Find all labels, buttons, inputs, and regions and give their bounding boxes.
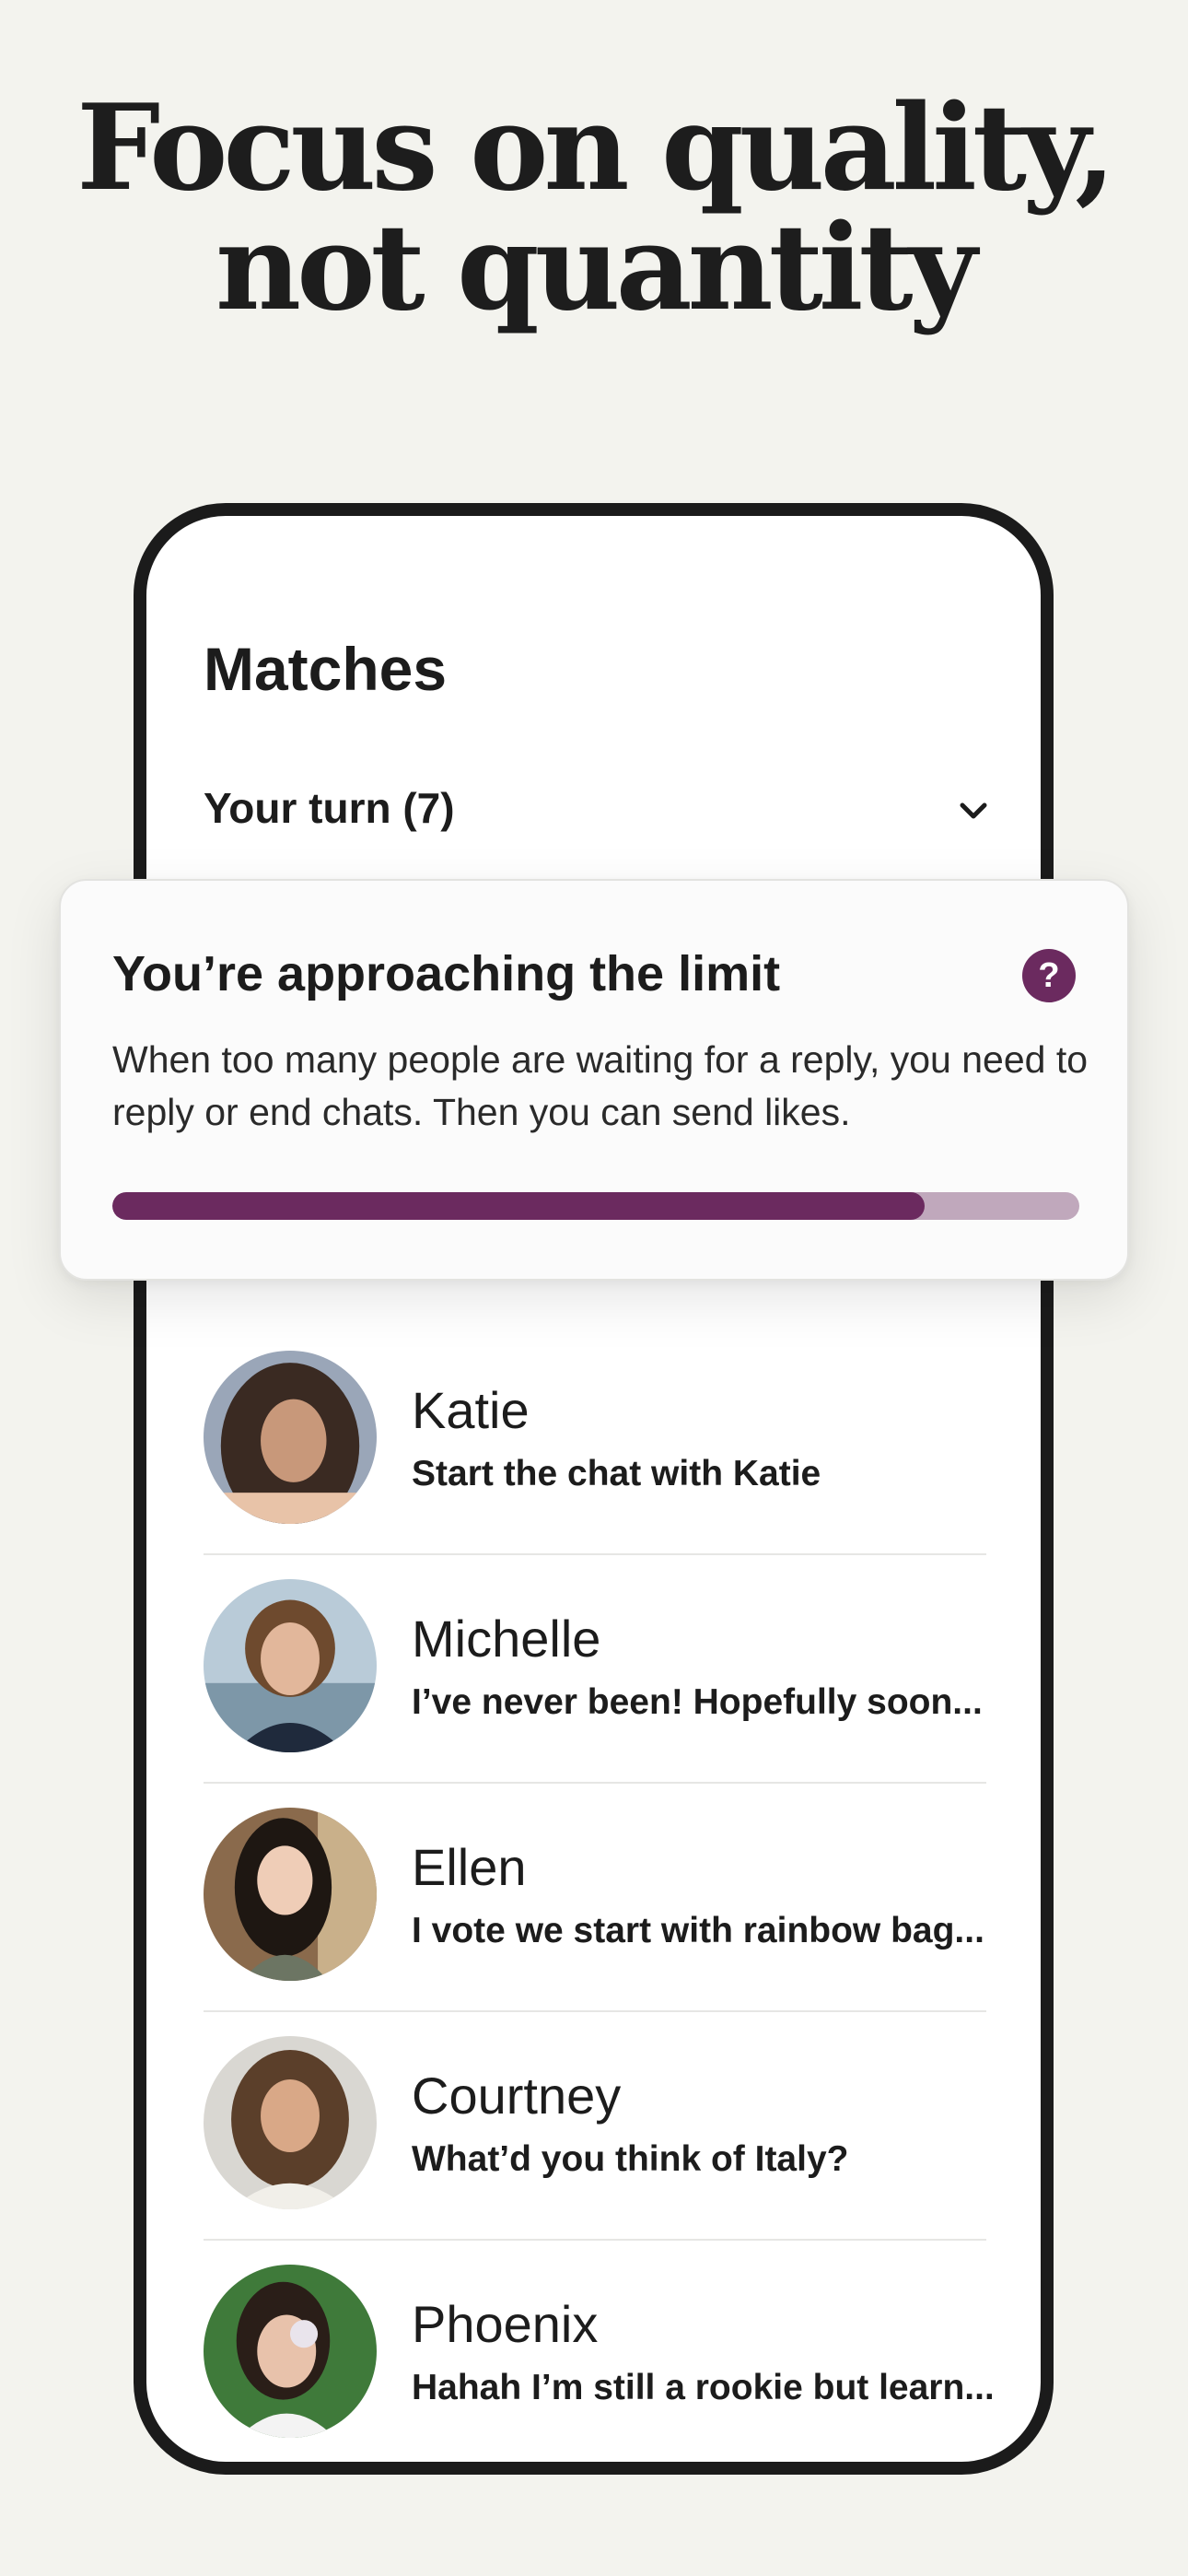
match-item-michelle[interactable]: Michelle I’ve never been! Hopefully soon… bbox=[204, 1555, 986, 1784]
match-last-message: I vote we start with rainbow bag... bbox=[412, 1911, 984, 1950]
headline: Focus on quality, not quantity bbox=[0, 88, 1188, 328]
limit-card-title: You’re approaching the limit bbox=[112, 946, 781, 1001]
matches-screen: Matches Your turn (7) Katie Start the ch… bbox=[146, 516, 1041, 2462]
question-icon[interactable]: ? bbox=[1022, 949, 1076, 1002]
limit-progress-fill bbox=[112, 1192, 925, 1220]
app-store-screenshot: Focus on quality, not quantity Matches Y… bbox=[0, 0, 1188, 2576]
avatar[interactable] bbox=[204, 2036, 377, 2209]
avatar[interactable] bbox=[204, 1579, 377, 1752]
page-title: Matches bbox=[204, 635, 448, 703]
match-last-message: Start the chat with Katie bbox=[412, 1454, 821, 1493]
your-turn-section-toggle[interactable]: Your turn (7) bbox=[204, 783, 996, 838]
match-item-phoenix[interactable]: Phoenix Hahah I’m still a rookie but lea… bbox=[204, 2241, 992, 2462]
headline-line-1: Focus on quality, bbox=[76, 79, 1115, 217]
limit-warning-card: You’re approaching the limit ? When too … bbox=[59, 879, 1129, 1281]
match-last-message: What’d you think of Italy? bbox=[412, 2139, 849, 2179]
match-name: Courtney bbox=[412, 2067, 622, 2125]
match-name: Phoenix bbox=[412, 2295, 599, 2353]
headline-line-2: not quantity bbox=[215, 199, 977, 337]
avatar[interactable] bbox=[204, 1808, 377, 1981]
avatar[interactable] bbox=[204, 2265, 377, 2438]
match-item-katie[interactable]: Katie Start the chat with Katie bbox=[204, 1327, 986, 1555]
limit-progress-bar bbox=[112, 1192, 1079, 1220]
avatar-photo-ellen bbox=[204, 1808, 377, 1981]
match-item-ellen[interactable]: Ellen I vote we start with rainbow bag..… bbox=[204, 1784, 986, 2012]
match-name: Ellen bbox=[412, 1838, 527, 1896]
avatar-photo-phoenix bbox=[204, 2265, 377, 2438]
avatar-photo-courtney bbox=[204, 2036, 377, 2209]
avatar[interactable] bbox=[204, 1351, 377, 1524]
limit-card-body: When too many people are waiting for a r… bbox=[112, 1038, 1089, 1133]
match-name: Katie bbox=[412, 1381, 530, 1439]
your-turn-label: Your turn (7) bbox=[204, 784, 455, 832]
match-last-message: I’ve never been! Hopefully soon... bbox=[412, 1682, 983, 1722]
phone-frame: Matches Your turn (7) Katie Start the ch… bbox=[134, 503, 1054, 2475]
avatar-photo-michelle bbox=[204, 1579, 377, 1752]
match-list: Katie Start the chat with Katie Michelle… bbox=[204, 1327, 992, 2462]
match-item-courtney[interactable]: Courtney What’d you think of Italy? bbox=[204, 2012, 986, 2241]
match-name: Michelle bbox=[412, 1610, 601, 1668]
avatar-photo-katie bbox=[204, 1351, 377, 1524]
chevron-down-icon bbox=[960, 802, 987, 819]
match-last-message: Hahah I’m still a rookie but learn... bbox=[412, 2368, 992, 2407]
